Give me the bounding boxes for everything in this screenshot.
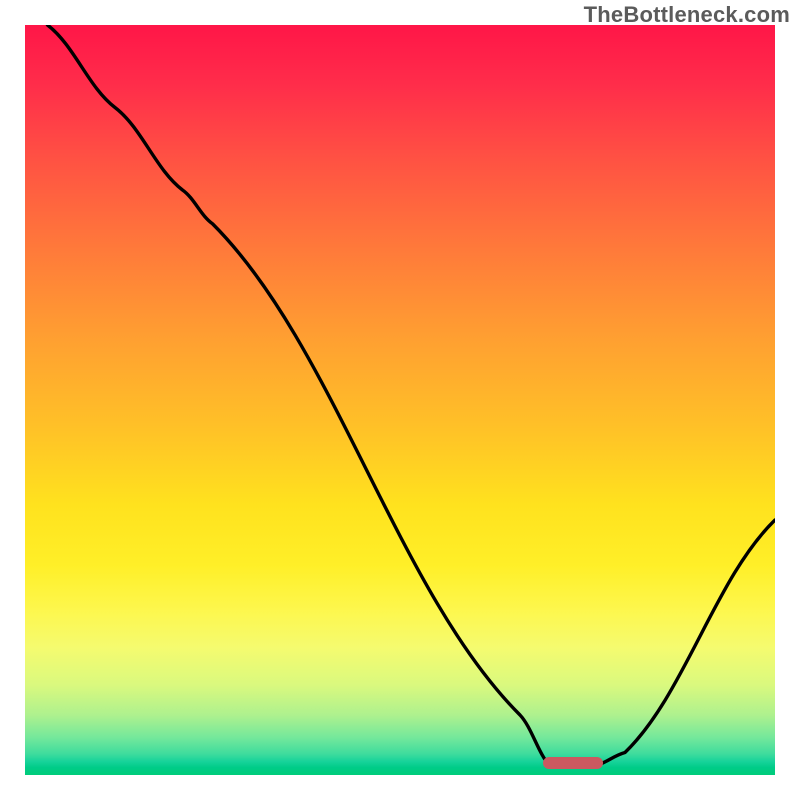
bottleneck-curve	[48, 25, 776, 766]
optimal-marker	[543, 757, 603, 769]
chart-canvas: TheBottleneck.com	[0, 0, 800, 800]
plot-area	[25, 25, 775, 775]
curve-layer	[25, 25, 775, 775]
